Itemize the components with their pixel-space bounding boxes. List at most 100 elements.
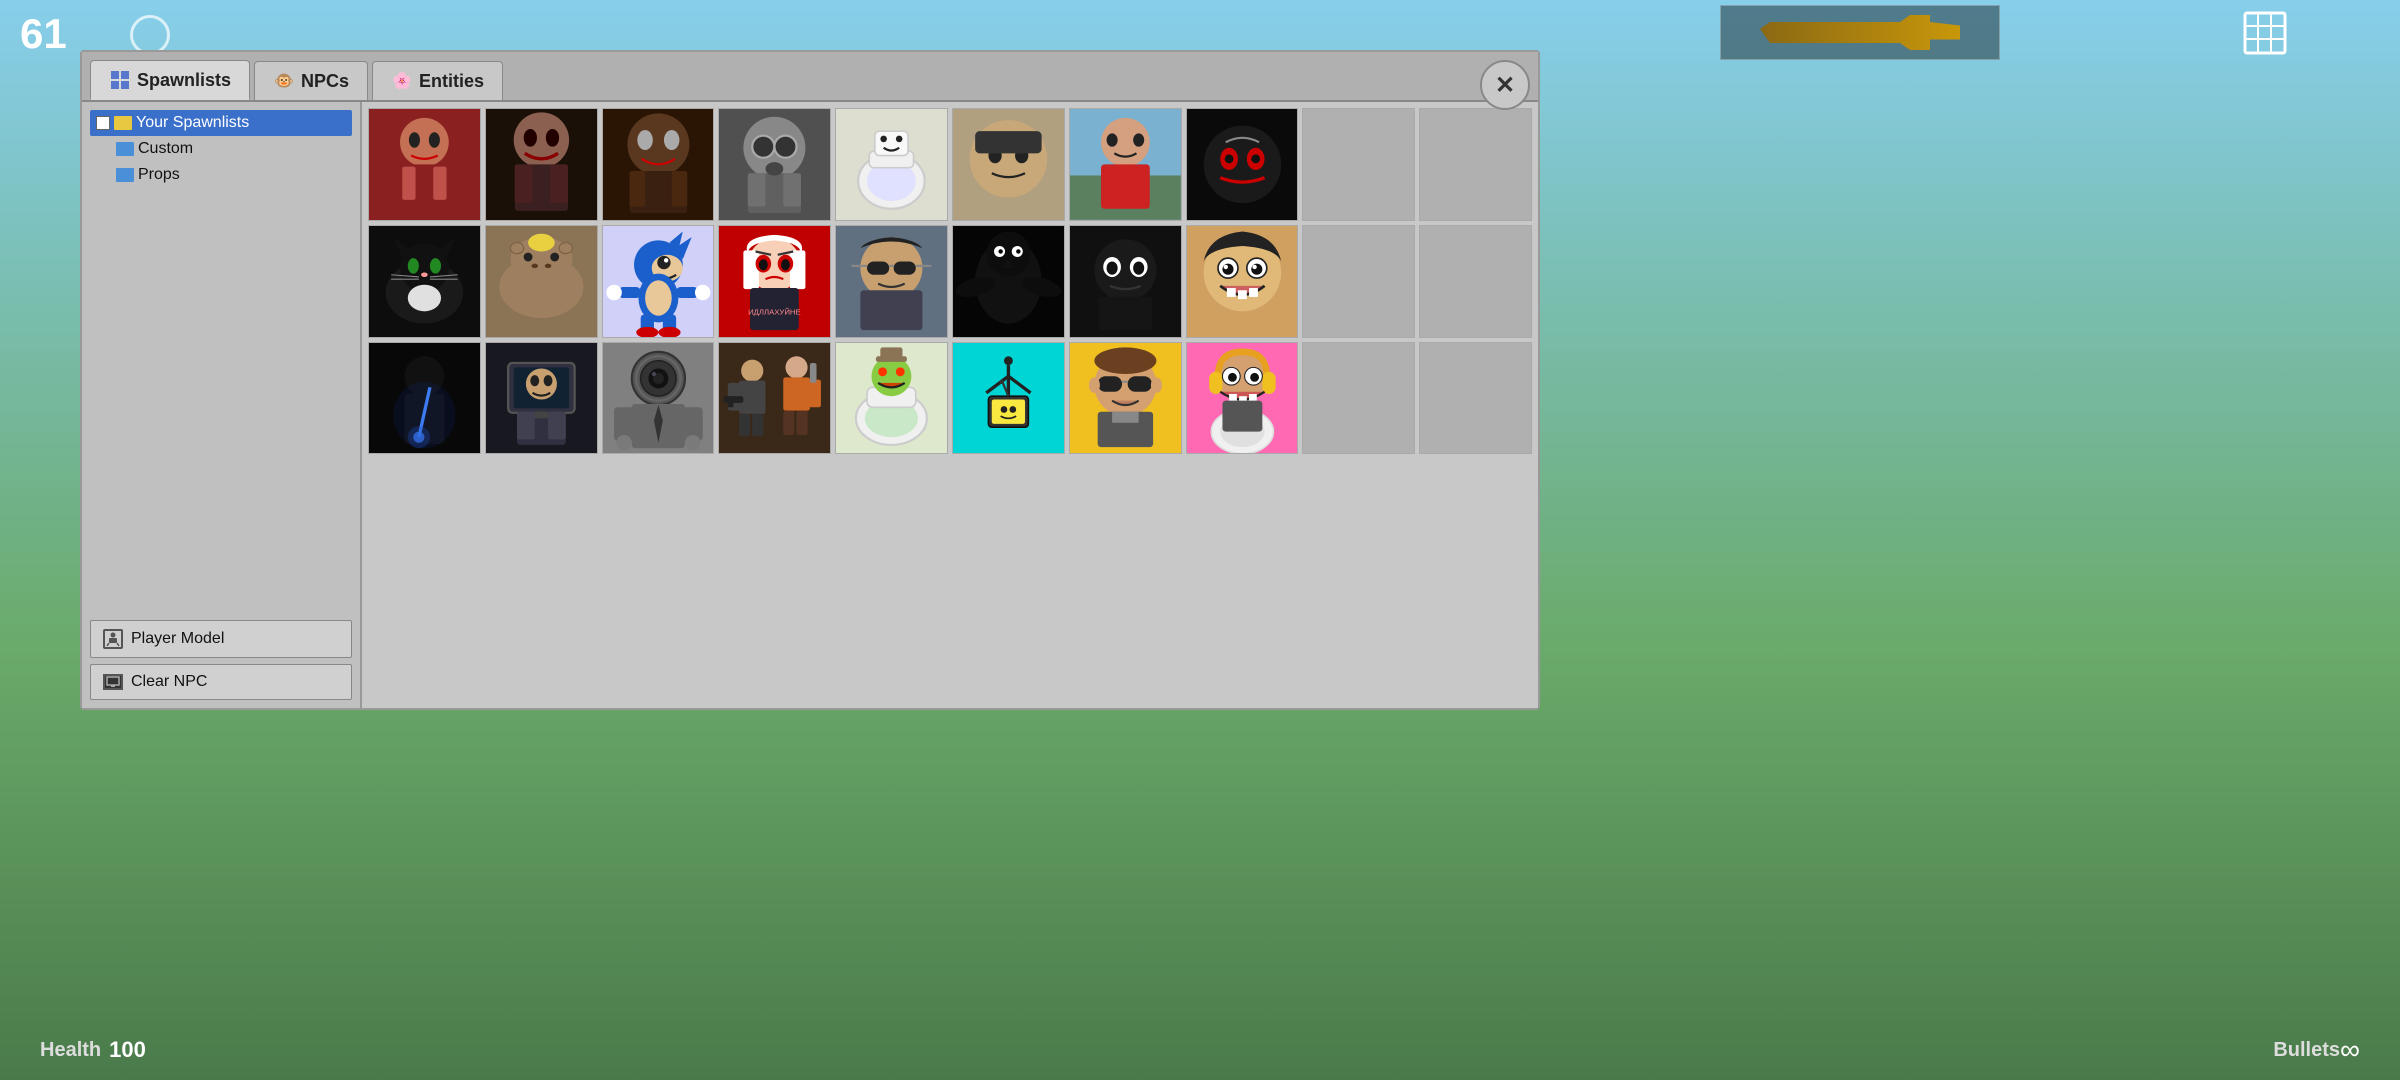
grid-item-24[interactable] (1186, 342, 1299, 455)
item-9-inner (369, 226, 480, 337)
player-model-label: Player Model (131, 630, 224, 648)
grid-item-10[interactable] (485, 225, 598, 338)
sidebar-buttons: Player Model Clear NPC (90, 612, 352, 700)
grid-item-18[interactable] (485, 342, 598, 455)
tree-props-label: Props (138, 166, 180, 184)
tree-custom-label: Custom (138, 140, 193, 158)
health-display: Health 100 (40, 1037, 146, 1063)
spawnlist-dialog: Spawnlists 🐵 NPCs 🌸 Entities ✕ − Your Sp… (80, 50, 1540, 710)
grid-item-5[interactable] (835, 108, 948, 221)
player-model-icon (103, 629, 123, 649)
grid-item-16[interactable] (1186, 225, 1299, 338)
grid-item-7[interactable] (1069, 108, 1182, 221)
item-5-inner (836, 109, 947, 220)
crosshair (130, 15, 170, 55)
tree-root-label: Your Spawnlists (136, 114, 249, 132)
grid-item-empty-1[interactable] (1302, 108, 1415, 221)
grid-item-21[interactable] (835, 342, 948, 455)
item-23-inner (1070, 343, 1181, 454)
clear-npc-label: Clear NPC (131, 673, 207, 691)
health-value: 100 (109, 1037, 146, 1063)
item-12-inner: ИДЛЛАХУЙНЕ (719, 226, 830, 337)
items-grid: ИДЛЛАХУЙНЕ (368, 108, 1532, 454)
fps-counter: 61 (20, 10, 67, 58)
grid-item-2[interactable] (485, 108, 598, 221)
grid-item-12[interactable]: ИДЛЛАХУЙНЕ (718, 225, 831, 338)
grid-item-17[interactable] (368, 342, 481, 455)
grid-item-22[interactable] (952, 342, 1065, 455)
grid-item-13[interactable] (835, 225, 948, 338)
item-14-inner (953, 226, 1064, 337)
grid-item-20[interactable] (718, 342, 831, 455)
item-18-inner (486, 343, 597, 454)
folder-blue-icon (116, 142, 134, 156)
grid-item-11[interactable] (602, 225, 715, 338)
items-grid-area[interactable]: ИДЛЛАХУЙНЕ (362, 102, 1538, 708)
tab-spawnlists-label: Spawnlists (137, 70, 231, 91)
item-16-inner (1187, 226, 1298, 337)
expand-icon[interactable]: − (96, 116, 110, 130)
sidebar-tree: − Your Spawnlists Custom Props (90, 110, 352, 612)
empty-grid-area (368, 454, 1532, 654)
tab-npcs-label: NPCs (301, 71, 349, 92)
bottom-hud: Health 100 Bullets ∞ (0, 1020, 2400, 1080)
item-11-inner (603, 226, 714, 337)
tab-npcs[interactable]: 🐵 NPCs (254, 61, 368, 100)
grid-item-empty-3[interactable] (1302, 225, 1415, 338)
tab-spawnlists[interactable]: Spawnlists (90, 60, 250, 100)
clear-npc-button[interactable]: Clear NPC (90, 664, 352, 700)
grid-item-empty-6[interactable] (1419, 342, 1532, 455)
dialog-content: − Your Spawnlists Custom Props (82, 102, 1538, 708)
item-6-inner (953, 109, 1064, 220)
item-19-inner (603, 343, 714, 454)
tab-entities-label: Entities (419, 71, 484, 92)
inventory-icon (2230, 5, 2300, 60)
item-1-inner (369, 109, 480, 220)
grid-item-empty-4[interactable] (1419, 225, 1532, 338)
item-8-inner (1187, 109, 1298, 220)
tree-item-props[interactable]: Props (110, 162, 352, 188)
spawnlists-icon (109, 69, 131, 91)
item-17-inner (369, 343, 480, 454)
bullets-display: Bullets ∞ (2273, 1034, 2360, 1066)
npcs-icon: 🐵 (273, 70, 295, 92)
grid-item-15[interactable] (1069, 225, 1182, 338)
health-label: Health (40, 1039, 101, 1062)
item-3-inner (603, 109, 714, 220)
clear-npc-icon (103, 674, 123, 690)
item-15-inner (1070, 226, 1181, 337)
tree-item-root[interactable]: − Your Spawnlists (90, 110, 352, 136)
tree-item-custom[interactable]: Custom (110, 136, 352, 162)
bullets-label: Bullets (2273, 1039, 2340, 1062)
player-model-button[interactable]: Player Model (90, 620, 352, 658)
tab-bar: Spawnlists 🐵 NPCs 🌸 Entities (82, 52, 1538, 102)
folder-icon (114, 116, 132, 130)
grid-item-4[interactable] (718, 108, 831, 221)
grid-item-6[interactable] (952, 108, 1065, 221)
weapon-icon (1760, 15, 1960, 50)
grid-item-19[interactable] (602, 342, 715, 455)
grid-item-empty-5[interactable] (1302, 342, 1415, 455)
tab-entities[interactable]: 🌸 Entities (372, 61, 503, 100)
bullets-value: ∞ (2340, 1034, 2360, 1066)
entities-icon: 🌸 (391, 70, 413, 92)
grid-item-23[interactable] (1069, 342, 1182, 455)
grid-item-empty-2[interactable] (1419, 108, 1532, 221)
grid-item-3[interactable] (602, 108, 715, 221)
grid-item-8[interactable] (1186, 108, 1299, 221)
item-2-inner (486, 109, 597, 220)
tree-children: Custom Props (90, 136, 352, 188)
grid-item-9[interactable] (368, 225, 481, 338)
item-20-inner (719, 343, 830, 454)
item-7-inner (1070, 109, 1181, 220)
item-10-inner (486, 226, 597, 337)
weapon-slot (1720, 5, 2000, 60)
close-button[interactable]: ✕ (1480, 60, 1530, 110)
item-13-inner (836, 226, 947, 337)
folder-blue-icon-2 (116, 168, 134, 182)
item-24-inner (1187, 343, 1298, 454)
grid-item-1[interactable] (368, 108, 481, 221)
svg-text:ИДЛЛАХУЙНЕ: ИДЛЛАХУЙНЕ (748, 307, 801, 316)
sidebar: − Your Spawnlists Custom Props (82, 102, 362, 708)
grid-item-14[interactable] (952, 225, 1065, 338)
